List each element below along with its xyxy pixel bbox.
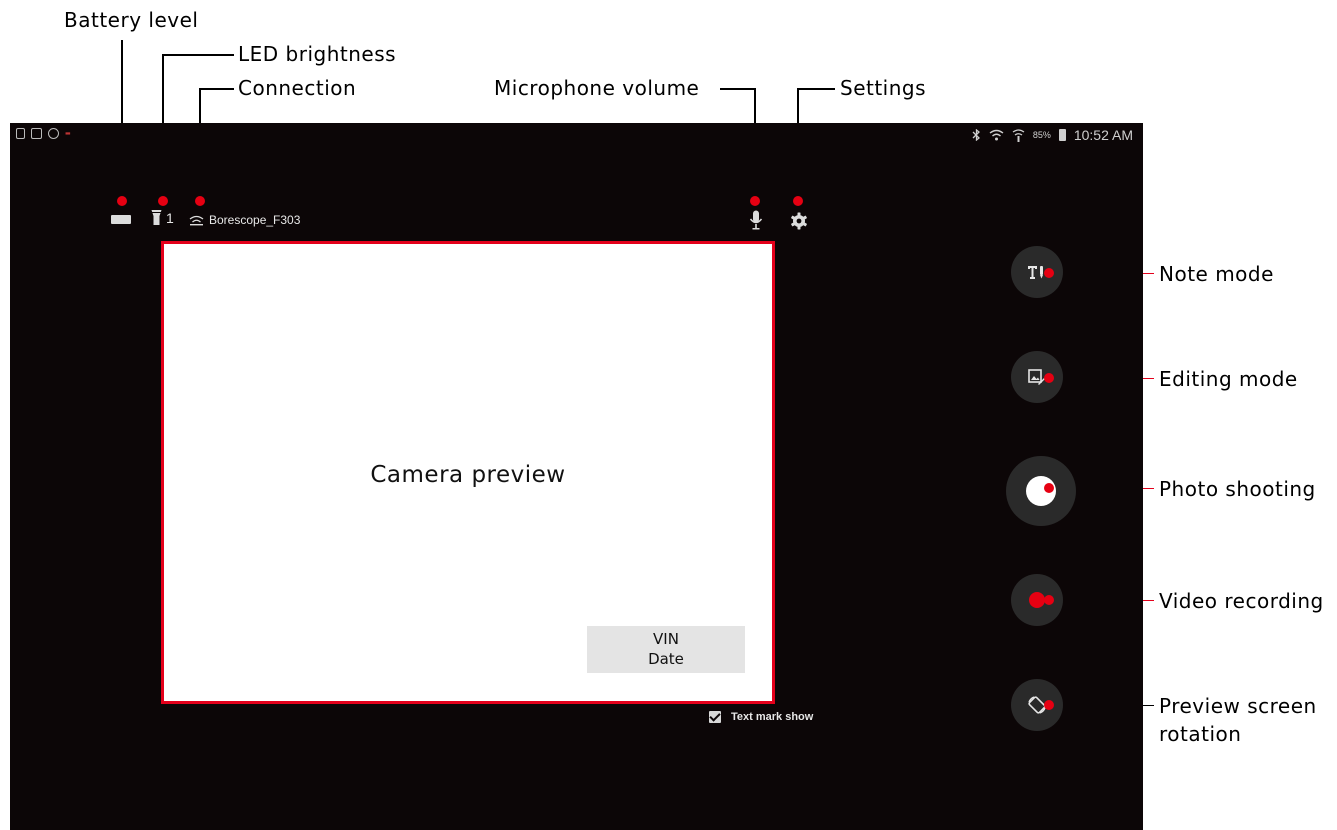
clock: 10:52 AM: [1073, 127, 1133, 143]
device-screen: ▬ 85% 10:52 AM 1 Borescope_F303 Camera p…: [10, 123, 1143, 830]
settings-button[interactable]: [790, 212, 808, 230]
date-label: Date: [648, 650, 684, 668]
text-mark-label: Text mark show: [731, 711, 814, 723]
callout-editing-mode: Editing mode: [1159, 367, 1298, 391]
callout-dot-led: [158, 196, 168, 206]
callout-led-brightness: LED brightness: [238, 42, 397, 66]
signal-icon: [1012, 128, 1025, 142]
camera-preview-label: Camera preview: [370, 462, 566, 488]
video-recording-button[interactable]: [1011, 574, 1063, 626]
photo-shooting-button[interactable]: [1006, 456, 1076, 526]
callout-dot-video: [1044, 595, 1054, 605]
callout-settings: Settings: [840, 76, 927, 100]
callout-preview-rotation-line1: Preview screen: [1159, 694, 1317, 718]
camera-preview[interactable]: Camera preview VIN Date: [161, 241, 775, 704]
callout-dot-edit: [1044, 373, 1054, 383]
bluetooth-icon: [972, 129, 980, 141]
callout-note-mode: Note mode: [1159, 262, 1274, 286]
status-bar-left: ▬: [16, 128, 71, 139]
callout-dot-rotation: [1044, 700, 1054, 710]
battery-icon: [1058, 129, 1066, 141]
callout-connection: Connection: [238, 76, 357, 100]
text-mark-overlay: VIN Date: [587, 626, 745, 673]
target-icon: [48, 128, 59, 139]
callout-preview-rotation-line2: rotation: [1159, 722, 1242, 746]
connection-name: Borescope_F303: [209, 213, 301, 227]
microphone-icon: [749, 210, 763, 230]
notification-icon: ▬: [65, 130, 71, 137]
callout-dot-mic: [750, 196, 760, 206]
callout-dot-note: [1044, 268, 1054, 278]
screen-icon: [16, 128, 25, 139]
record-icon: [1029, 592, 1045, 608]
led-brightness-control[interactable]: 1: [151, 209, 174, 226]
text-mark-show-toggle[interactable]: Text mark show: [709, 711, 813, 723]
callout-dot-battery: [117, 196, 127, 206]
preview-rotation-button[interactable]: [1011, 679, 1063, 731]
connection-wifi-icon: [189, 215, 204, 225]
battery-percent: 85%: [1032, 130, 1051, 140]
callout-microphone-volume: Microphone volume: [494, 76, 700, 100]
flashlight-icon: [151, 210, 162, 225]
microphone-volume-button[interactable]: [749, 210, 763, 230]
leader-led-h: [162, 54, 234, 56]
battery-level-icon: [111, 215, 131, 224]
status-bar-right: 85% 10:52 AM: [972, 127, 1133, 143]
wifi-icon: [989, 129, 1004, 141]
note-mode-button[interactable]: [1011, 246, 1063, 298]
gallery-icon: [31, 128, 42, 139]
callout-photo-shooting: Photo shooting: [1159, 477, 1316, 501]
callout-video-recording: Video recording: [1159, 589, 1324, 613]
leader-mic-h: [720, 88, 756, 90]
callout-dot-connection: [195, 196, 205, 206]
callout-dot-settings: [793, 196, 803, 206]
leader-settings-h: [797, 88, 835, 90]
connection-status[interactable]: Borescope_F303: [189, 213, 300, 227]
editing-mode-button[interactable]: [1011, 351, 1063, 403]
gear-icon: [791, 212, 807, 230]
callout-dot-photo: [1044, 483, 1054, 493]
callout-battery-level: Battery level: [64, 8, 199, 32]
led-level: 1: [166, 209, 174, 226]
text-mark-checkbox[interactable]: [709, 711, 721, 723]
vin-label: VIN: [653, 630, 679, 648]
leader-connection-h: [199, 88, 234, 90]
